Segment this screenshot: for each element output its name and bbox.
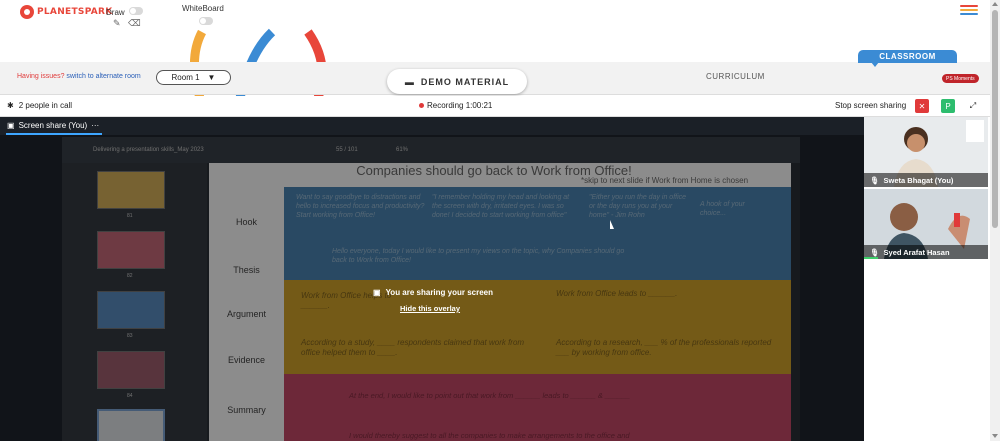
- ps-moments-badge[interactable]: PS Moments: [942, 74, 979, 83]
- demo-material-label: DEMO MATERIAL: [420, 76, 510, 87]
- participant-name-bar: 🎙 Syed Arafat Hasan: [864, 245, 988, 259]
- issues-text: Having issues? switch to alternate room: [17, 73, 141, 80]
- whiteboard-toggle[interactable]: [199, 17, 213, 25]
- sharing-message: ▣ You are sharing your screen: [373, 288, 493, 297]
- hide-overlay-link[interactable]: Hide this overlay: [400, 304, 460, 313]
- more-options-icon[interactable]: ···: [91, 121, 99, 130]
- screen-share-tab-label: Screen share (You): [18, 121, 88, 130]
- scroll-up-icon[interactable]: [992, 2, 998, 6]
- people-count: ✱ 2 people in call: [7, 101, 72, 110]
- room-select[interactable]: Room 1 ▼: [156, 70, 231, 85]
- p-badge-label: P: [945, 101, 951, 111]
- classroom-pointer: [871, 62, 879, 67]
- draw-toggle[interactable]: [129, 7, 143, 15]
- mouse-cursor-icon: [610, 220, 614, 229]
- participant-name: Syed Arafat Hasan: [883, 247, 950, 257]
- logo-text: PLANETSPARK: [37, 7, 113, 17]
- draw-label: Draw: [106, 8, 125, 17]
- caret-down-icon: ▼: [207, 73, 216, 82]
- top-bar: PLANETSPARK Draw ✎ ⌫ WhiteBoard: [0, 0, 990, 62]
- switch-room-link[interactable]: switch to alternate room: [66, 73, 140, 80]
- call-bar: ✱ 2 people in call Recording 1:00:21 Sto…: [0, 96, 990, 117]
- recording-dot-icon: [419, 103, 424, 108]
- fullscreen-icon[interactable]: ⤢: [966, 99, 980, 113]
- stop-share-button[interactable]: ✕: [915, 99, 929, 113]
- active-speaker-indicator: [864, 257, 878, 259]
- screen-share-icon: ▣: [373, 288, 381, 297]
- demo-material-button[interactable]: ▬ DEMO MATERIAL: [387, 69, 527, 94]
- gear-icon[interactable]: ✱: [7, 101, 14, 110]
- scroll-thumb[interactable]: [992, 10, 998, 228]
- planetspark-logo: PLANETSPARK: [20, 5, 113, 19]
- recording-status: Recording 1:00:21: [419, 101, 492, 110]
- curriculum-tab[interactable]: CURRICULUM: [706, 72, 765, 81]
- microphone-icon: 🎙: [870, 247, 880, 257]
- share-tab-bar: ▣ Screen share (You) ···: [0, 117, 864, 135]
- menu-icon[interactable]: [960, 5, 978, 17]
- ps-moments-label: PS Moments: [946, 75, 975, 82]
- sharing-message-label: You are sharing your screen: [385, 288, 494, 297]
- p-badge[interactable]: P: [941, 99, 955, 113]
- participant-tile[interactable]: 🎙 Syed Arafat Hasan: [864, 189, 988, 259]
- recording-label: Recording 1:00:21: [427, 101, 493, 110]
- whiteboard-label: WhiteBoard: [182, 4, 224, 13]
- people-count-label: 2 people in call: [18, 101, 73, 110]
- pencil-icon[interactable]: ✎: [113, 18, 121, 29]
- screen-icon: ▣: [7, 121, 15, 130]
- microphone-icon: 🎙: [870, 175, 880, 185]
- participants-panel: 🎙 Sweta Bhagat (You) 🎙 Syed Arafat Hasan: [864, 117, 990, 441]
- scroll-down-icon[interactable]: [992, 434, 998, 438]
- eraser-icon[interactable]: ⌫: [128, 18, 141, 29]
- stop-screen-sharing-label: Stop screen sharing: [835, 101, 907, 110]
- participant-name-bar: 🎙 Sweta Bhagat (You): [864, 173, 988, 187]
- room-value: Room 1: [171, 73, 200, 82]
- screen-share-tab[interactable]: ▣ Screen share (You) ···: [7, 121, 99, 130]
- issues-label: Having issues?: [17, 73, 65, 80]
- participant-tile[interactable]: 🎙 Sweta Bhagat (You): [864, 117, 988, 187]
- participant-name: Sweta Bhagat (You): [883, 175, 954, 185]
- page-scrollbar[interactable]: [990, 0, 1000, 441]
- logo-mark-icon: [20, 5, 34, 19]
- folder-icon: ▬: [404, 76, 415, 87]
